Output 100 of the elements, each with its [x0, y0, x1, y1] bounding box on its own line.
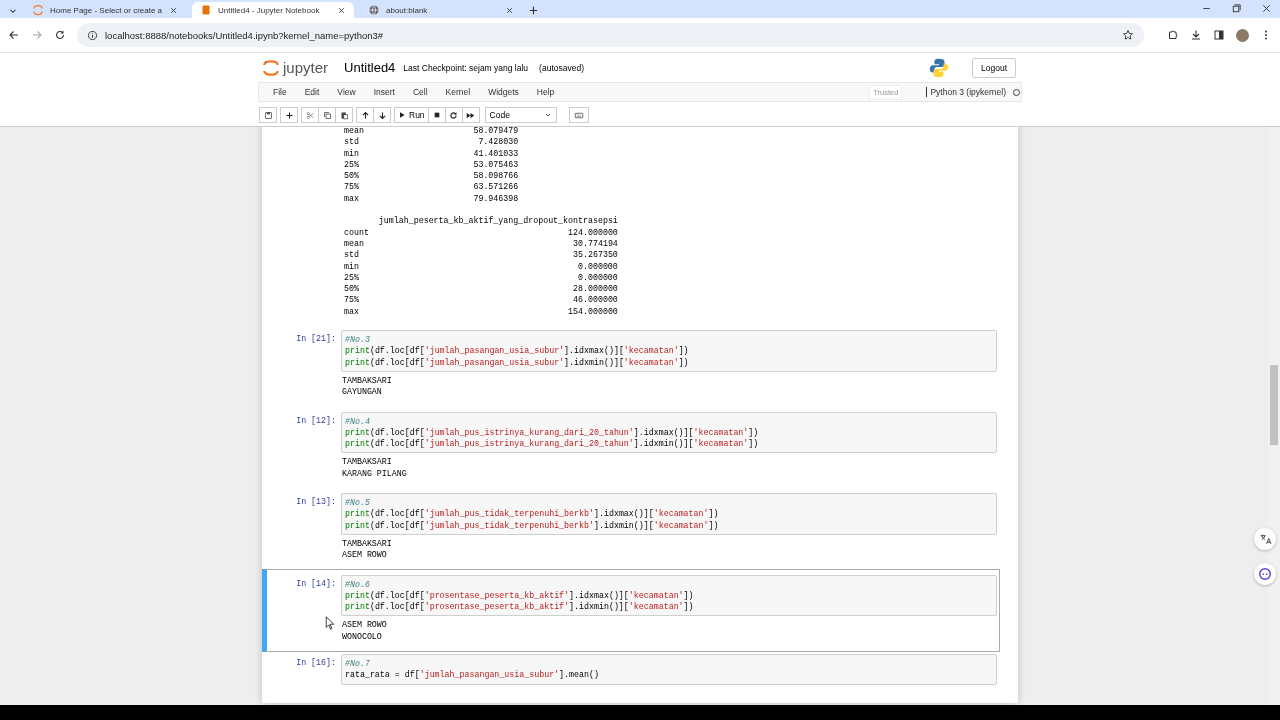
code-editor[interactable]: #No.3 print(df.loc[df['jumlah_pasangan_usia_subur'].idxmax()]['kecamatan']) print(df.loc[df['jumlah_pasangan_usia_subur'].idxmin()]['kecamatan']) — [341, 330, 997, 372]
forward-icon — [31, 29, 43, 41]
code-line: print(df.loc[df['jumlah_pus_tidak_terpenuhi_berkb'].idxmax()]['kecamatan']) — [345, 508, 720, 520]
jupyter-logo-icon — [262, 57, 280, 78]
table-value: 0.000000 — [577, 271, 618, 284]
cell-type-dropdown[interactable]: Code — [484, 107, 557, 123]
cell-prompt: In [14]: — [295, 577, 337, 589]
browser-tab[interactable]: Home Page - Select or create a — [24, 2, 186, 18]
output-line: TAMBAKSARI — [342, 374, 393, 387]
logo-text: jupyter — [283, 59, 329, 76]
star-icon — [1122, 29, 1134, 41]
restart-icon — [449, 110, 459, 120]
table-value: 30.774194 — [572, 237, 618, 250]
code-line: print(df.loc[df['jumlah_pasangan_usia_subur'].idxmin()]['kecamatan']) — [345, 356, 690, 368]
notebook-cell[interactable]: In [14]: #No.6 print(df.loc[df['prosentase_peserta_kb_aktif'].idxmax()]['kecamatan']) print(df.loc[df['prosentase_peserta_kb_aktif'].idxmin()]['kecamatan']) ASEM ROWO WONOCOLO — [262, 568, 1000, 652]
row-label: 75% — [344, 181, 360, 193]
code-line: #No.4 — [345, 415, 371, 427]
keyboard-icon — [572, 110, 585, 120]
menu-item[interactable]: Help — [528, 87, 563, 97]
avatar[interactable] — [1236, 28, 1249, 42]
code-line: print(df.loc[df['prosentase_peserta_kb_aktif'].idxmin()]['kecamatan']) — [345, 601, 695, 613]
menu-item[interactable]: File — [265, 87, 295, 97]
code-editor[interactable]: #No.7 rata_rata = df['jumlah_pasangan_usia_subur'].mean() — [341, 654, 997, 685]
row-label: std — [344, 136, 360, 148]
menu-item[interactable]: Edit — [296, 87, 328, 97]
save-button[interactable] — [259, 107, 277, 123]
arrow-up-icon — [360, 110, 370, 120]
menu-item[interactable]: Cell — [404, 87, 436, 97]
robot-face-icon — [1258, 567, 1272, 581]
row-label: mean — [344, 237, 365, 250]
scrollbar-thumb[interactable] — [1270, 365, 1278, 445]
column-header: jumlah_peserta_kb_aktif_yang_dropout_kontrasepsi — [378, 215, 618, 227]
assistant-button[interactable] — [1254, 563, 1276, 585]
arrow-down-icon — [377, 110, 387, 120]
cell-prompt: In [16]: — [295, 657, 337, 669]
output-line: GAYUNGAN — [342, 386, 383, 398]
table-value: 53.075463 — [472, 158, 519, 171]
keyboard-button[interactable] — [568, 107, 589, 123]
translate-button[interactable] — [1254, 528, 1276, 550]
book-icon — [200, 4, 212, 16]
output-line: TAMBAKSARI — [342, 456, 393, 468]
plus-icon — [284, 110, 294, 120]
restore-icon — [1231, 3, 1242, 14]
code-editor[interactable]: #No.6 print(df.loc[df['prosentase_peserta_kb_aktif'].idxmax()]['kecamatan']) print(df.loc[df['prosentase_peserta_kb_aktif'].idxmin()]['kecamatan']) — [341, 574, 997, 617]
notebook-cell[interactable]: In [13]: #No.5 print(df.loc[df['jumlah_pus_tidak_terpenuhi_berkb'].idxmax()]['kecamatan']) print(df.loc[df['jumlah_pus_tidak_terpenuhi_berkb'].idxmin()]['kecamatan']) TAMBAKSARI ASEM ROWO — [262, 490, 1000, 569]
row-label: max — [344, 192, 360, 205]
output-line: ASEM ROWO — [342, 619, 388, 631]
move-down-button[interactable] — [373, 107, 391, 123]
stop-icon — [432, 111, 441, 119]
run-button[interactable]: Run — [394, 107, 429, 123]
menu-item[interactable]: Widgets — [480, 87, 527, 97]
download-icon — [1190, 29, 1202, 41]
code-line: print(df.loc[df['prosentase_peserta_kb_aktif'].idxmax()]['kecamatan']) — [345, 589, 695, 602]
menu-item[interactable]: View — [329, 87, 364, 97]
logout-button[interactable]: Logout — [972, 57, 1016, 78]
move-up-button[interactable] — [356, 107, 374, 123]
code-editor[interactable]: #No.5 print(df.loc[df['jumlah_pus_tidak_terpenuhi_berkb'].idxmax()]['kecamatan']) print(df.loc[df['jumlah_pus_tidak_terpenuhi_berkb'].idxmin()]['kecamatan']) — [341, 493, 997, 535]
row-label: 75% — [344, 294, 360, 306]
row-label: 50% — [344, 170, 360, 182]
notebook-name[interactable]: Untitled4 — [344, 60, 396, 75]
table-value: 46.000000 — [572, 294, 618, 306]
table-value: 7.428030 — [477, 136, 519, 148]
table-value: 154.000000 — [567, 305, 618, 318]
row-label: min — [344, 260, 360, 272]
table-value: 0.000000 — [577, 260, 618, 272]
browser-tab[interactable]: about:blank — [360, 2, 522, 18]
row-label: min — [344, 147, 360, 159]
menu-item[interactable]: Insert — [365, 87, 403, 97]
paste-button[interactable] — [335, 107, 353, 123]
code-editor[interactable]: #No.4 print(df.loc[df['jumlah_pus_istrinya_kurang_dari_20_tahun'].idxmax()]['kecamatan']) print(df.loc[df['jumlah_pus_istrinya_kurang_dari_20_tahun'].idxmin()]['kecamatan']) — [341, 411, 997, 454]
notebook-cell[interactable]: In [16]: #No.7 rata_rata = df['jumlah_pasangan_usia_subur'].mean() — [262, 651, 1000, 688]
autosave-status: (autosaved) — [539, 62, 584, 73]
back-icon — [8, 29, 20, 41]
play-icon — [398, 111, 406, 119]
kernel-name: Python 3 (ipykernel) — [926, 87, 1006, 97]
copy-button[interactable] — [318, 107, 336, 123]
menu-item[interactable]: Kernel — [437, 87, 479, 97]
row-label: 25% — [344, 271, 360, 284]
table-value: 41.401033 — [472, 147, 519, 159]
browser-tab[interactable]: Untitled4 - Jupyter Notebook — [192, 2, 354, 18]
cursor-icon — [325, 616, 335, 630]
cell-prompt: In [13]: — [295, 496, 337, 508]
address-bar[interactable]: localhost:8888/notebooks/Untitled4.ipynb?kernel_name=python3# — [77, 23, 1144, 47]
notebook-cell[interactable]: In [21]: #No.3 print(df.loc[df['jumlah_pasangan_usia_subur'].idxmax()]['kecamatan']) print(df.loc[df['jumlah_pasangan_usia_subur'].idxmin()]['kecamatan']) TAMBAKSARI GAYUNGAN — [262, 327, 1000, 406]
output-line: ASEM ROWO — [342, 549, 388, 561]
code-line: print(df.loc[df['jumlah_pus_istrinya_kurang_dari_20_tahun'].idxmin()]['kecamatan']) — [345, 438, 760, 450]
row-label: max — [344, 305, 360, 318]
code-line: #No.5 — [345, 497, 371, 509]
add-cell-button[interactable] — [280, 107, 298, 123]
code-line: rata_rata = df['jumlah_pasangan_usia_subur'].mean() — [345, 669, 600, 681]
translate-icon — [1258, 532, 1272, 546]
reload-icon — [54, 29, 66, 41]
info-icon — [87, 29, 98, 41]
checkpoint-text: Last Checkpoint: sejam yang lalu — [403, 62, 529, 73]
table-value: 58.098766 — [472, 170, 519, 182]
close-icon — [169, 5, 178, 15]
code-line: print(df.loc[df['jumlah_pasangan_usia_subur'].idxmax()]['kecamatan']) — [345, 345, 690, 357]
row-label: std — [344, 249, 360, 261]
table-value: 58.079479 — [472, 127, 519, 137]
sidebar-icon — [1213, 29, 1225, 41]
